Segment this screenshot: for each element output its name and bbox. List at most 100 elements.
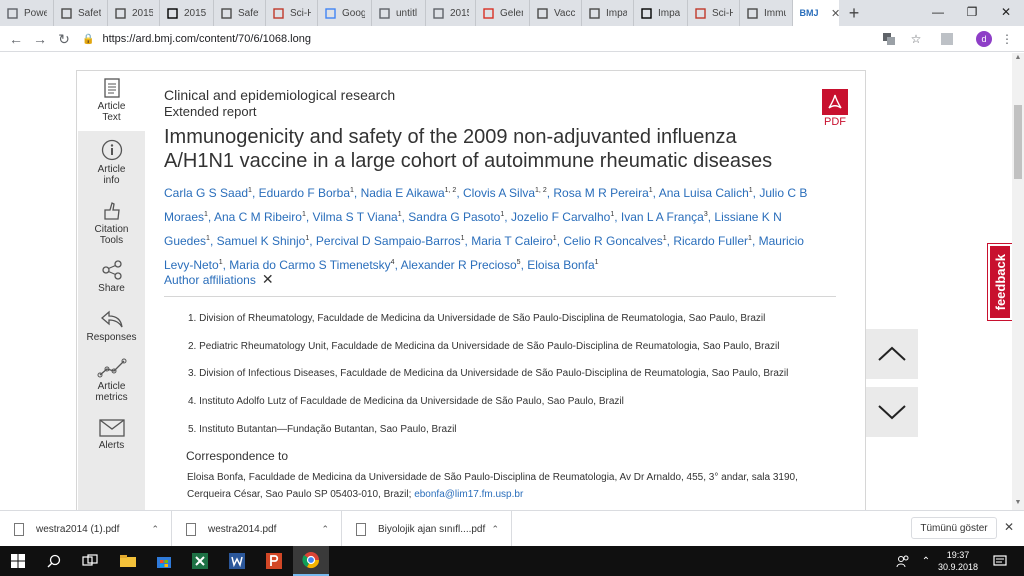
author-link[interactable]: Samuel K Shinjo1	[217, 234, 310, 248]
tab-label: 2015	[132, 7, 153, 19]
scrollbar-up-arrow[interactable]: ▲	[1012, 54, 1024, 61]
scihub-icon	[694, 7, 706, 19]
feedback-tab[interactable]: feedback	[987, 243, 1013, 321]
author-link[interactable]: Ana C M Ribeiro1	[214, 210, 306, 224]
sidebar-item-article-text[interactable]: Article Text	[78, 71, 145, 131]
extension-icon[interactable]	[938, 30, 956, 48]
author-link[interactable]: Clovis A Silva1, 2	[463, 186, 547, 200]
sidebar-item-label: Tools	[99, 235, 124, 246]
back-icon[interactable]: ←	[6, 29, 26, 49]
chevron-up-icon[interactable]: ⌃	[918, 546, 934, 576]
browser-tab[interactable]: 2015	[426, 0, 476, 26]
browser-tab[interactable]: Safet	[214, 0, 266, 26]
chevron-up-icon[interactable]: ⌃	[321, 524, 329, 535]
author-link[interactable]: Rosa M R Pereira1	[553, 186, 652, 200]
translate-icon[interactable]	[880, 30, 898, 48]
sidebar-item-responses[interactable]: Responses	[78, 309, 145, 343]
file-explorer-icon[interactable]	[110, 546, 146, 576]
author-link[interactable]: Eduardo F Borba1	[259, 186, 354, 200]
notification-icon[interactable]	[988, 546, 1012, 576]
sidebar-item-citation-tools[interactable]: Citation Tools	[78, 201, 145, 246]
system-clock[interactable]: 19:37 30.9.2018	[934, 549, 982, 573]
sidebar-item-article-info[interactable]: Article info	[78, 139, 145, 186]
author-link[interactable]: Carla G S Saad1	[164, 186, 252, 200]
close-icon[interactable]: ✕	[262, 271, 274, 288]
sidebar-item-alerts[interactable]: Alerts	[78, 419, 145, 451]
forward-icon[interactable]: →	[30, 29, 50, 49]
maximize-button[interactable]: ❐	[955, 0, 989, 24]
browser-tab[interactable]: Vacci	[530, 0, 582, 26]
sidebar-item-article-metrics[interactable]: Article metrics	[78, 358, 145, 403]
address-bar[interactable]: 🔒 https://ard.bmj.com/content/70/6/1068.…	[82, 29, 872, 49]
powerpoint-icon[interactable]	[256, 546, 292, 576]
author-link[interactable]: Ana Luisa Calich1	[659, 186, 753, 200]
chevron-up-icon[interactable]: ⌃	[491, 524, 499, 535]
author-link[interactable]: Ricardo Fuller1	[673, 234, 752, 248]
sidebar-item-share[interactable]: Share	[78, 260, 145, 294]
browser-tab[interactable]: Impa	[634, 0, 688, 26]
tab-label: Immu	[764, 7, 786, 19]
excel-icon[interactable]	[182, 546, 218, 576]
people-icon[interactable]	[893, 546, 913, 576]
browser-tab[interactable]: Powe	[0, 0, 54, 26]
menu-dots-icon[interactable]: ⋮	[998, 30, 1016, 48]
file-icon	[356, 522, 366, 536]
sidebar-item-label: Citation	[94, 224, 129, 235]
search-icon[interactable]	[36, 546, 72, 576]
author-affiliation-number: 1	[748, 235, 752, 242]
download-item[interactable]: Biyolojik ajan sınıfl....pdf ⌃	[342, 511, 512, 547]
chevron-up-icon[interactable]: ⌃	[151, 524, 159, 535]
tab-close-icon[interactable]: ✕	[831, 7, 839, 20]
browser-tab[interactable]: Sci-H	[266, 0, 318, 26]
word-icon[interactable]	[219, 546, 255, 576]
browser-tab[interactable]: untitl	[372, 0, 426, 26]
author-link[interactable]: Percival D Sampaio-Barros1	[316, 234, 465, 248]
download-item[interactable]: westra2014.pdf ⌃	[172, 511, 342, 547]
browser-tab[interactable]: Goog	[318, 0, 372, 26]
download-item[interactable]: westra2014 (1).pdf ⌃	[0, 511, 172, 547]
browser-tab[interactable]: 2015	[160, 0, 214, 26]
windows-start-icon[interactable]	[0, 546, 36, 576]
sidebar-item-label: Share	[98, 283, 125, 294]
browser-tab[interactable]: Gelen	[476, 0, 530, 26]
close-icon[interactable]: ✕	[1004, 520, 1014, 534]
affiliations-label: Author affiliations	[164, 272, 256, 287]
author-link[interactable]: Sandra G Pasoto1	[408, 210, 504, 224]
author-link[interactable]: Ivan L A França3	[621, 210, 708, 224]
author-link[interactable]: Eloisa Bonfa1	[527, 258, 598, 272]
browser-tab[interactable]: Sci-H	[688, 0, 740, 26]
bookmark-star-icon[interactable]: ☆	[907, 30, 925, 48]
author-affiliations-toggle[interactable]: Author affiliations ✕	[164, 271, 274, 288]
author-link[interactable]: Maria do Carmo S Timenetsky4	[229, 258, 394, 272]
browser-tab[interactable]: Impa	[582, 0, 634, 26]
browser-tab[interactable]: BMJIn✕	[793, 0, 839, 26]
profile-avatar[interactable]: d	[976, 31, 992, 47]
browser-tab[interactable]: 2015	[108, 0, 160, 26]
scroll-down-button[interactable]	[866, 387, 918, 437]
author-link[interactable]: Maria T Caleiro1	[471, 234, 557, 248]
page-scrollbar[interactable]: ▲ ▼	[1012, 53, 1024, 510]
author-affiliation-number: 1	[648, 187, 653, 194]
window-close-button[interactable]: ✕	[989, 0, 1023, 24]
chrome-icon[interactable]	[293, 546, 329, 576]
store-icon[interactable]	[146, 546, 182, 576]
reload-icon[interactable]: ↻	[54, 29, 74, 49]
author-link[interactable]: Jozelio F Carvalho1	[511, 210, 614, 224]
title-line: Immunogenicity and safety of the 2009 no…	[164, 126, 737, 148]
author-link[interactable]: Celio R Goncalves1	[563, 234, 666, 248]
minimize-button[interactable]: —	[921, 0, 955, 24]
scrollbar-down-arrow[interactable]: ▼	[1012, 499, 1024, 506]
scroll-up-button[interactable]	[866, 329, 918, 379]
author-link[interactable]: Alexander R Precioso5	[401, 258, 521, 272]
pdf-download-link[interactable]: PDF	[820, 89, 850, 128]
task-view-icon[interactable]	[72, 546, 108, 576]
browser-tab[interactable]: Immu	[740, 0, 793, 26]
scrollbar-thumb[interactable]	[1014, 105, 1022, 179]
author-link[interactable]: Vilma S T Viana1	[313, 210, 402, 224]
author-affiliation-number: 1, 2	[535, 187, 547, 194]
correspondence-email-link[interactable]: ebonfa@lim17.fm.usp.br	[414, 489, 523, 500]
show-all-downloads-button[interactable]: Tümünü göster	[911, 517, 997, 539]
browser-tab[interactable]: Safet	[54, 0, 108, 26]
new-tab-button[interactable]: +	[839, 0, 869, 26]
author-link[interactable]: Nadia E Aikawa1, 2	[361, 186, 457, 200]
